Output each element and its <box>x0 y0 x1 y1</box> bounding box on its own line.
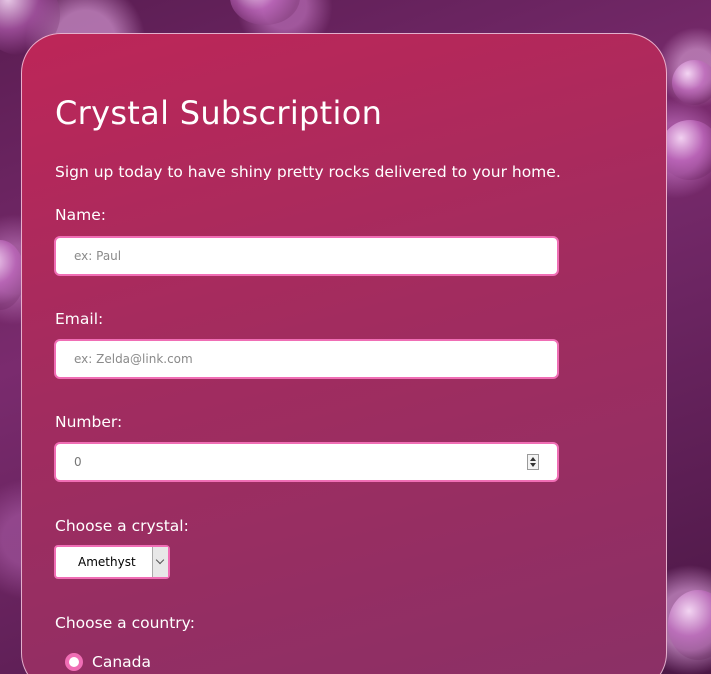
country-label: Choose a country: <box>55 614 195 632</box>
chevron-down-icon[interactable] <box>152 547 168 577</box>
number-spinner[interactable] <box>527 454 539 470</box>
spin-up-icon[interactable] <box>530 457 536 461</box>
crystal-select[interactable]: Amethyst <box>54 545 170 579</box>
form-intro-text: Sign up today to have shiny pretty rocks… <box>55 163 561 181</box>
name-input[interactable] <box>54 236 559 276</box>
radio-button[interactable] <box>65 653 83 671</box>
country-option-canada[interactable]: Canada <box>65 653 151 671</box>
name-label: Name: <box>55 206 106 224</box>
background-bubble <box>672 60 711 105</box>
country-option-label: Canada <box>92 653 151 671</box>
spin-down-icon[interactable] <box>530 463 536 467</box>
form-title: Crystal Subscription <box>55 94 383 132</box>
number-label: Number: <box>55 413 123 431</box>
background-bubble <box>660 120 711 180</box>
subscription-form-card: Crystal Subscription Sign up today to ha… <box>21 33 667 674</box>
number-input[interactable]: 0 <box>54 442 559 482</box>
email-label: Email: <box>55 310 104 328</box>
background-bubble <box>230 0 300 25</box>
crystal-selected-value: Amethyst <box>78 555 136 569</box>
crystal-label: Choose a crystal: <box>55 517 189 535</box>
number-value: 0 <box>74 455 82 469</box>
email-input[interactable] <box>54 339 559 379</box>
background-bubble <box>668 590 711 660</box>
